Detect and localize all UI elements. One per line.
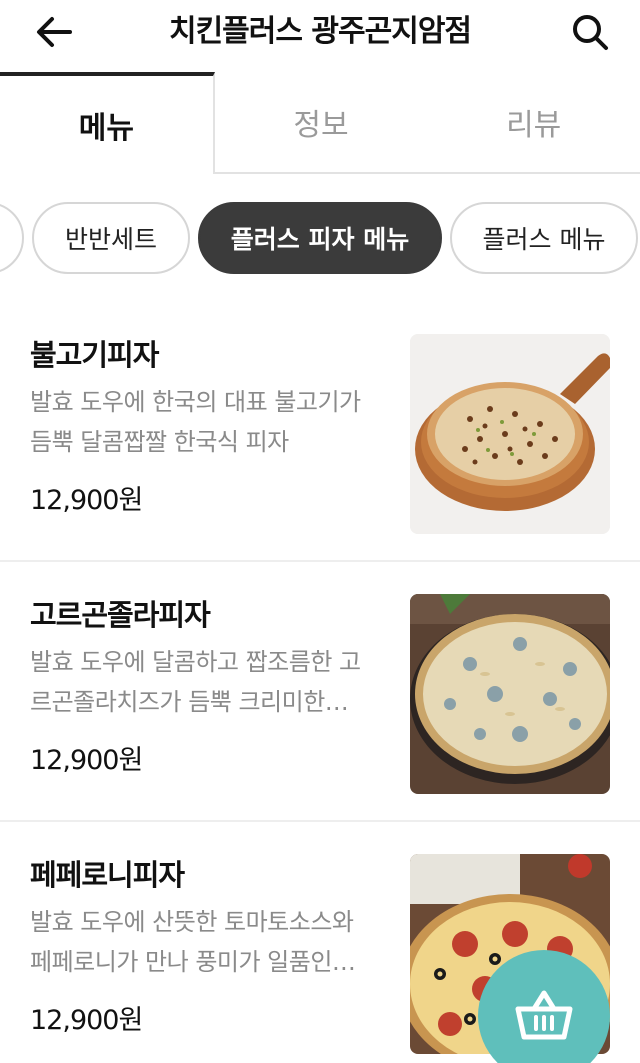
menu-item-image xyxy=(410,334,610,534)
menu-item-name: 불고기피자 xyxy=(30,338,159,372)
app-header: 치킨플러스 광주곤지암점 xyxy=(0,0,640,66)
menu-item-description-line: 르곤졸라치즈가 듬뿍 크리미한… xyxy=(30,688,349,716)
menu-item-description-line: 발효 도우에 달콤하고 짭조름한 고 xyxy=(30,648,361,676)
category-chip-half-half-set[interactable]: 반반세트 xyxy=(32,202,190,274)
menu-item-name: 페페로니피자 xyxy=(30,858,185,892)
tab-menu[interactable]: 메뉴 xyxy=(0,72,215,174)
menu-item[interactable]: 고르곤졸라피자 발효 도우에 달콤하고 짭조름한 고 르곤졸라치즈가 듬뿍 크리… xyxy=(0,562,640,822)
menu-item-description: 발효 도우에 산뜻한 토마토소스와 페페로니가 만나 풍미가 일품인… xyxy=(30,902,390,982)
menu-item-description-line: 발효 도우에 한국의 대표 불고기가 xyxy=(30,388,361,416)
search-button[interactable] xyxy=(568,10,612,54)
menu-item-name: 고르곤졸라피자 xyxy=(30,598,211,632)
store-tabs: 메뉴 정보 리뷰 xyxy=(0,72,640,174)
category-chip-plus-menu[interactable]: 플러스 메뉴 xyxy=(450,202,638,274)
category-chip-hidden[interactable] xyxy=(0,202,24,274)
menu-item-image xyxy=(410,594,610,794)
search-icon xyxy=(573,15,608,50)
menu-item-description-line: 듬뿍 달콤짭짤 한국식 피자 xyxy=(30,428,289,456)
menu-item-price: 12,900원 xyxy=(30,745,143,776)
menu-item-price: 12,900원 xyxy=(30,1005,143,1036)
menu-item-description: 발효 도우에 달콤하고 짭조름한 고 르곤졸라치즈가 듬뿍 크리미한… xyxy=(30,642,390,722)
category-chips: 반반세트 플러스 피자 메뉴 플러스 메뉴 xyxy=(0,202,640,276)
page-title: 치킨플러스 광주곤지암점 xyxy=(168,14,472,49)
menu-item[interactable]: 불고기피자 발효 도우에 한국의 대표 불고기가 듬뿍 달콤짭짤 한국식 피자 … xyxy=(0,302,640,562)
back-button[interactable] xyxy=(32,12,76,52)
menu-item-description: 발효 도우에 한국의 대표 불고기가 듬뿍 달콤짭짤 한국식 피자 xyxy=(30,382,390,462)
menu-item-description-line: 페페로니가 만나 풍미가 일품인… xyxy=(30,948,356,976)
arrow-left-icon xyxy=(37,17,72,47)
tab-reviews[interactable]: 리뷰 xyxy=(427,72,640,172)
category-chip-plus-pizza[interactable]: 플러스 피자 메뉴 xyxy=(198,202,442,274)
tab-info[interactable]: 정보 xyxy=(215,72,428,172)
basket-icon xyxy=(515,990,573,1040)
menu-item-description-line: 발효 도우에 산뜻한 토마토소스와 xyxy=(30,908,354,936)
menu-item-price: 12,900원 xyxy=(30,485,143,516)
